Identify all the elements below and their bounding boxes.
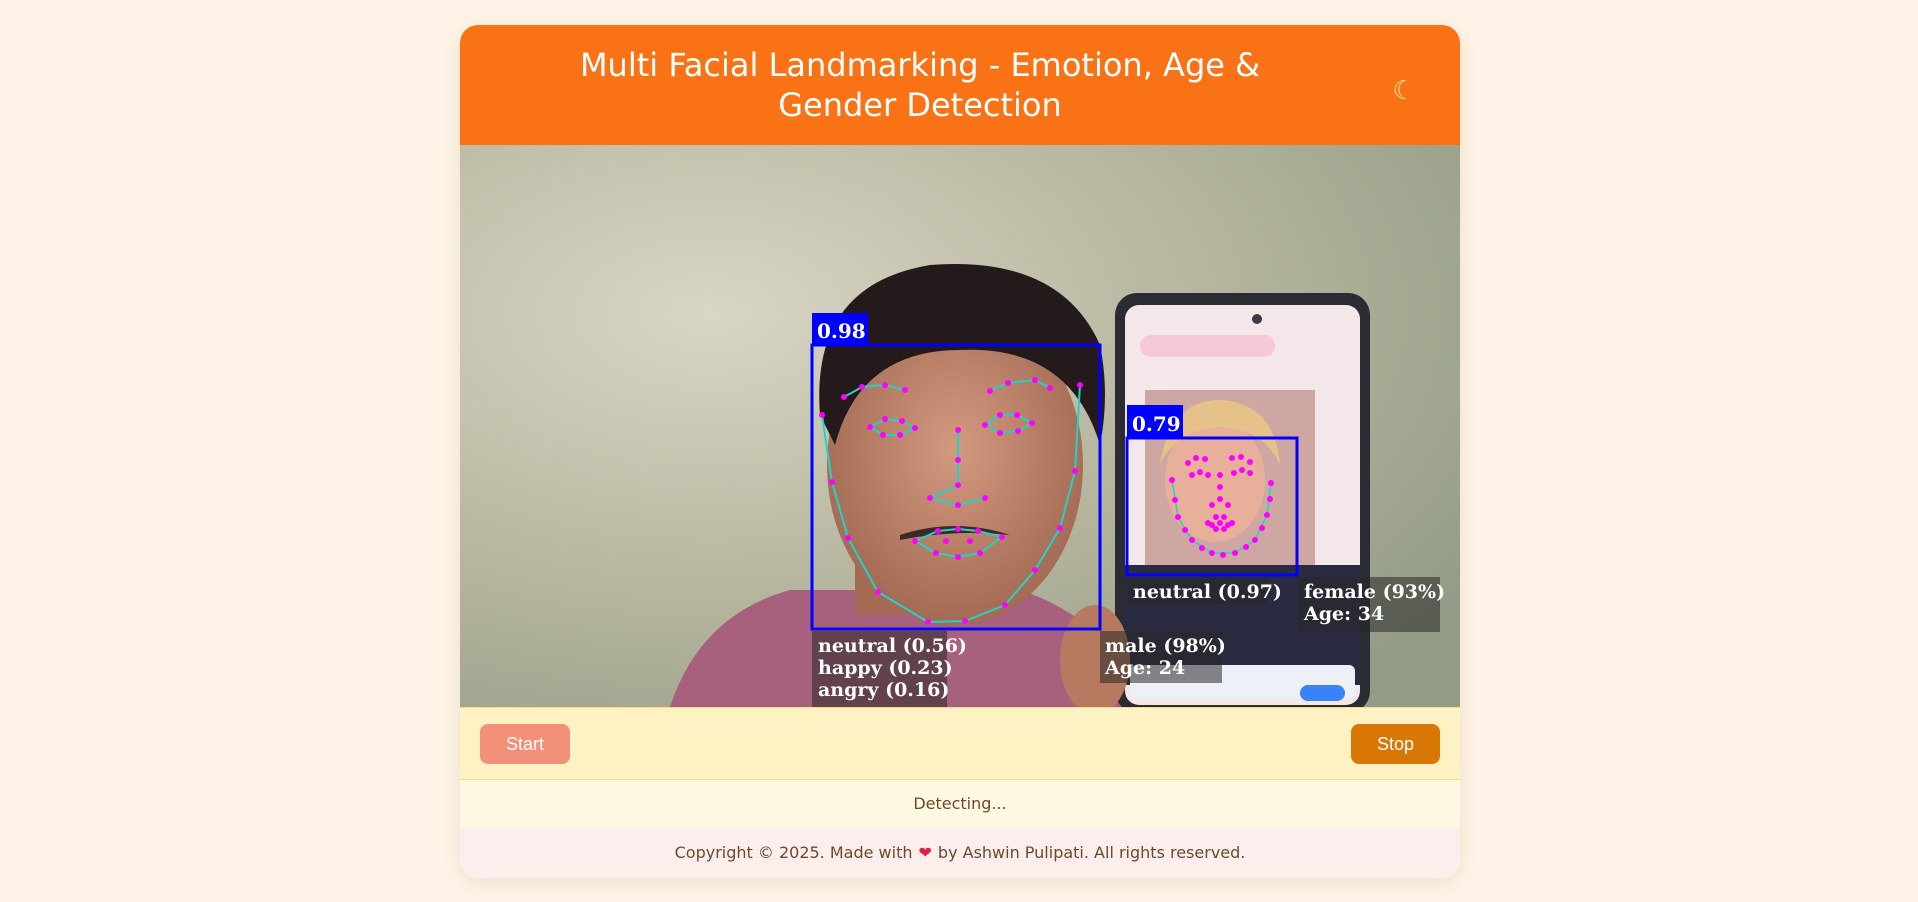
- app-card: Multi Facial Landmarking - Emotion, Age …: [460, 25, 1460, 878]
- stop-button[interactable]: Stop: [1351, 724, 1440, 764]
- score-badge: 0.79: [1132, 412, 1181, 436]
- gender-label: female (93%): [1304, 581, 1445, 603]
- status-bar: Detecting...: [460, 779, 1460, 829]
- emotion-label-1: neutral (0.97): [1133, 581, 1282, 603]
- score-badge: 0.98: [817, 319, 866, 343]
- age-label: Age: 24: [1104, 657, 1185, 679]
- footer-text-after: by Ashwin Pulipati. All rights reserved.: [937, 843, 1246, 862]
- footer-text-before: Copyright © 2025. Made with: [674, 843, 913, 862]
- detection-overlay: 0.98 neutral (0.56) happy (0.23) angry (…: [460, 145, 1460, 707]
- status-text: Detecting...: [913, 794, 1007, 813]
- app-header: Multi Facial Landmarking - Emotion, Age …: [460, 25, 1460, 145]
- gender-label: male (98%): [1105, 635, 1226, 657]
- moon-icon[interactable]: ☾: [1386, 73, 1422, 109]
- emotion-label-3: angry (0.16): [818, 679, 949, 701]
- controls-bar: Start Stop: [460, 707, 1460, 780]
- emotion-label-1: neutral (0.56): [818, 635, 967, 657]
- page-title: Multi Facial Landmarking - Emotion, Age …: [579, 46, 1261, 124]
- emotion-label-2: happy (0.23): [818, 657, 953, 679]
- start-button[interactable]: Start: [480, 724, 570, 764]
- webcam-feed: 0.98 neutral (0.56) happy (0.23) angry (…: [460, 145, 1460, 707]
- heart-icon: ❤: [918, 843, 932, 862]
- age-label: Age: 34: [1303, 603, 1384, 625]
- footer: Copyright © 2025. Made with ❤ by Ashwin Pu…: [460, 828, 1460, 878]
